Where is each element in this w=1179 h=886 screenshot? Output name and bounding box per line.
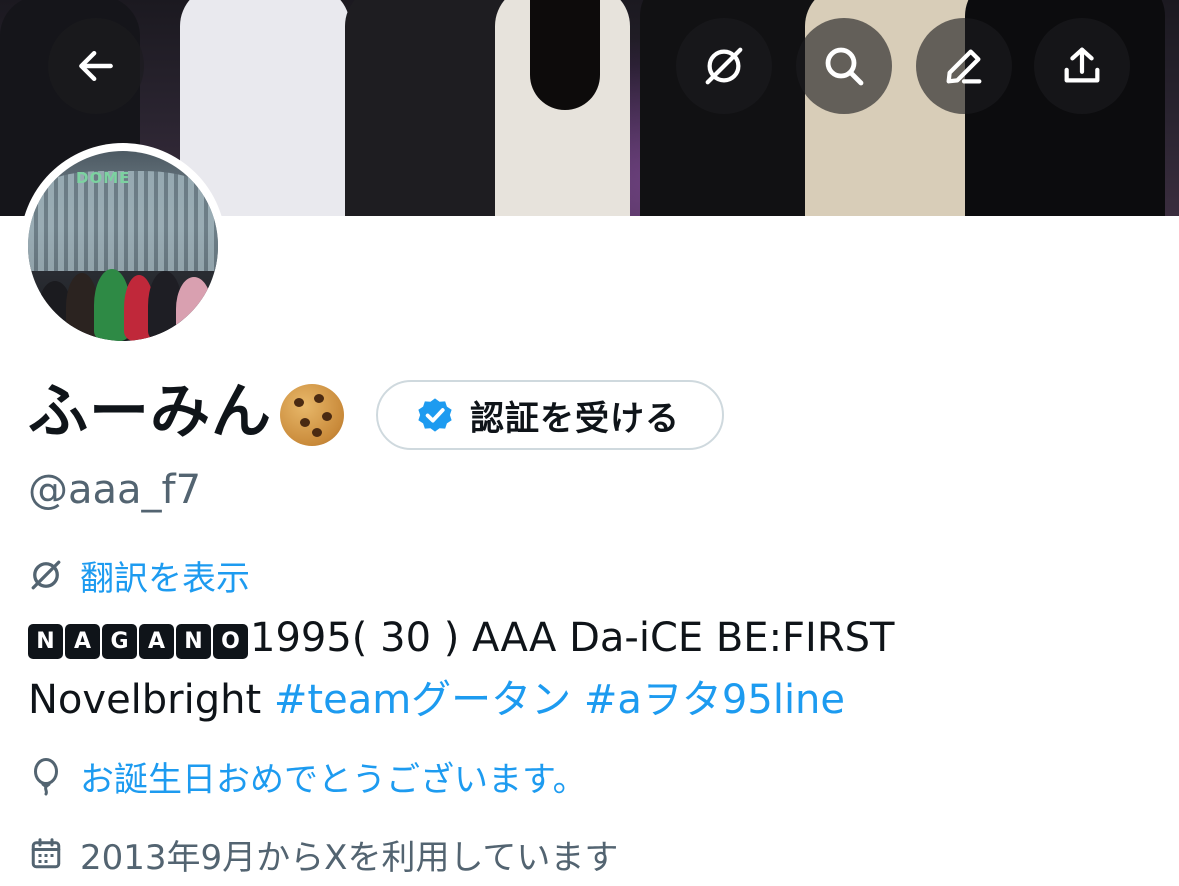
avatar-photo-crowd xyxy=(28,261,218,341)
get-verified-button[interactable]: 認証を受ける xyxy=(376,380,724,450)
bio-boxed-letter: N xyxy=(176,624,211,659)
user-handle: @aaa_f7 xyxy=(28,467,202,513)
share-button[interactable] xyxy=(1034,18,1130,114)
bio-boxed-letter: N xyxy=(28,624,63,659)
bio-hashtag-link[interactable]: #aヲタ95line xyxy=(584,677,845,723)
bio-text: 1995( 30 ) AAA Da-iCE BE:FIRST xyxy=(250,615,895,661)
joined-date-text: 2013年9月からXを利用しています xyxy=(80,837,619,878)
cookie-emoji-icon xyxy=(280,384,344,446)
bio-boxed-letter: O xyxy=(213,624,248,659)
banner-photo-hair xyxy=(530,0,600,110)
bio-hashtag-link[interactable]: #teamグータン xyxy=(274,677,571,723)
pencil-icon xyxy=(946,49,982,84)
translate-toggle-button[interactable] xyxy=(676,18,772,114)
verified-badge-icon xyxy=(418,398,452,432)
arrow-left-icon xyxy=(79,50,113,82)
translate-off-icon xyxy=(705,47,743,85)
search-button[interactable] xyxy=(796,18,892,114)
show-translation-link[interactable]: 翻訳を表示 xyxy=(28,550,250,600)
joined-date-row: 2013年9月からXを利用しています xyxy=(28,826,618,882)
bio-boxed-letter: G xyxy=(102,624,137,659)
birthday-row: お誕生日おめでとうございます。 xyxy=(28,748,587,804)
translate-icon xyxy=(31,560,61,590)
avatar-photo: DOME xyxy=(28,151,218,341)
bio-boxed-letter: A xyxy=(139,624,174,659)
bio-boxed-letters: NAGANO xyxy=(28,610,250,670)
get-verified-label: 認証を受ける xyxy=(470,398,680,439)
avatar[interactable]: DOME xyxy=(20,143,226,349)
back-button[interactable] xyxy=(48,18,144,114)
avatar-photo-sign: DOME xyxy=(76,169,131,187)
calendar-icon xyxy=(31,838,61,869)
bio-text-line2: Novelbright xyxy=(28,677,262,723)
birthday-text: お誕生日おめでとうございます。 xyxy=(80,759,587,800)
profile-bio: NAGANO 1995( 30 ) AAA Da-iCE BE:FIRST No… xyxy=(28,608,1158,730)
share-upload-icon xyxy=(1064,47,1100,83)
balloon-icon xyxy=(34,758,58,796)
show-translation-label: 翻訳を表示 xyxy=(80,558,250,599)
edit-button[interactable] xyxy=(916,18,1012,114)
bio-boxed-letter: A xyxy=(65,624,100,659)
search-icon xyxy=(825,47,864,86)
display-name: ふーみん xyxy=(28,377,272,447)
banner-photo-figure xyxy=(345,0,510,216)
